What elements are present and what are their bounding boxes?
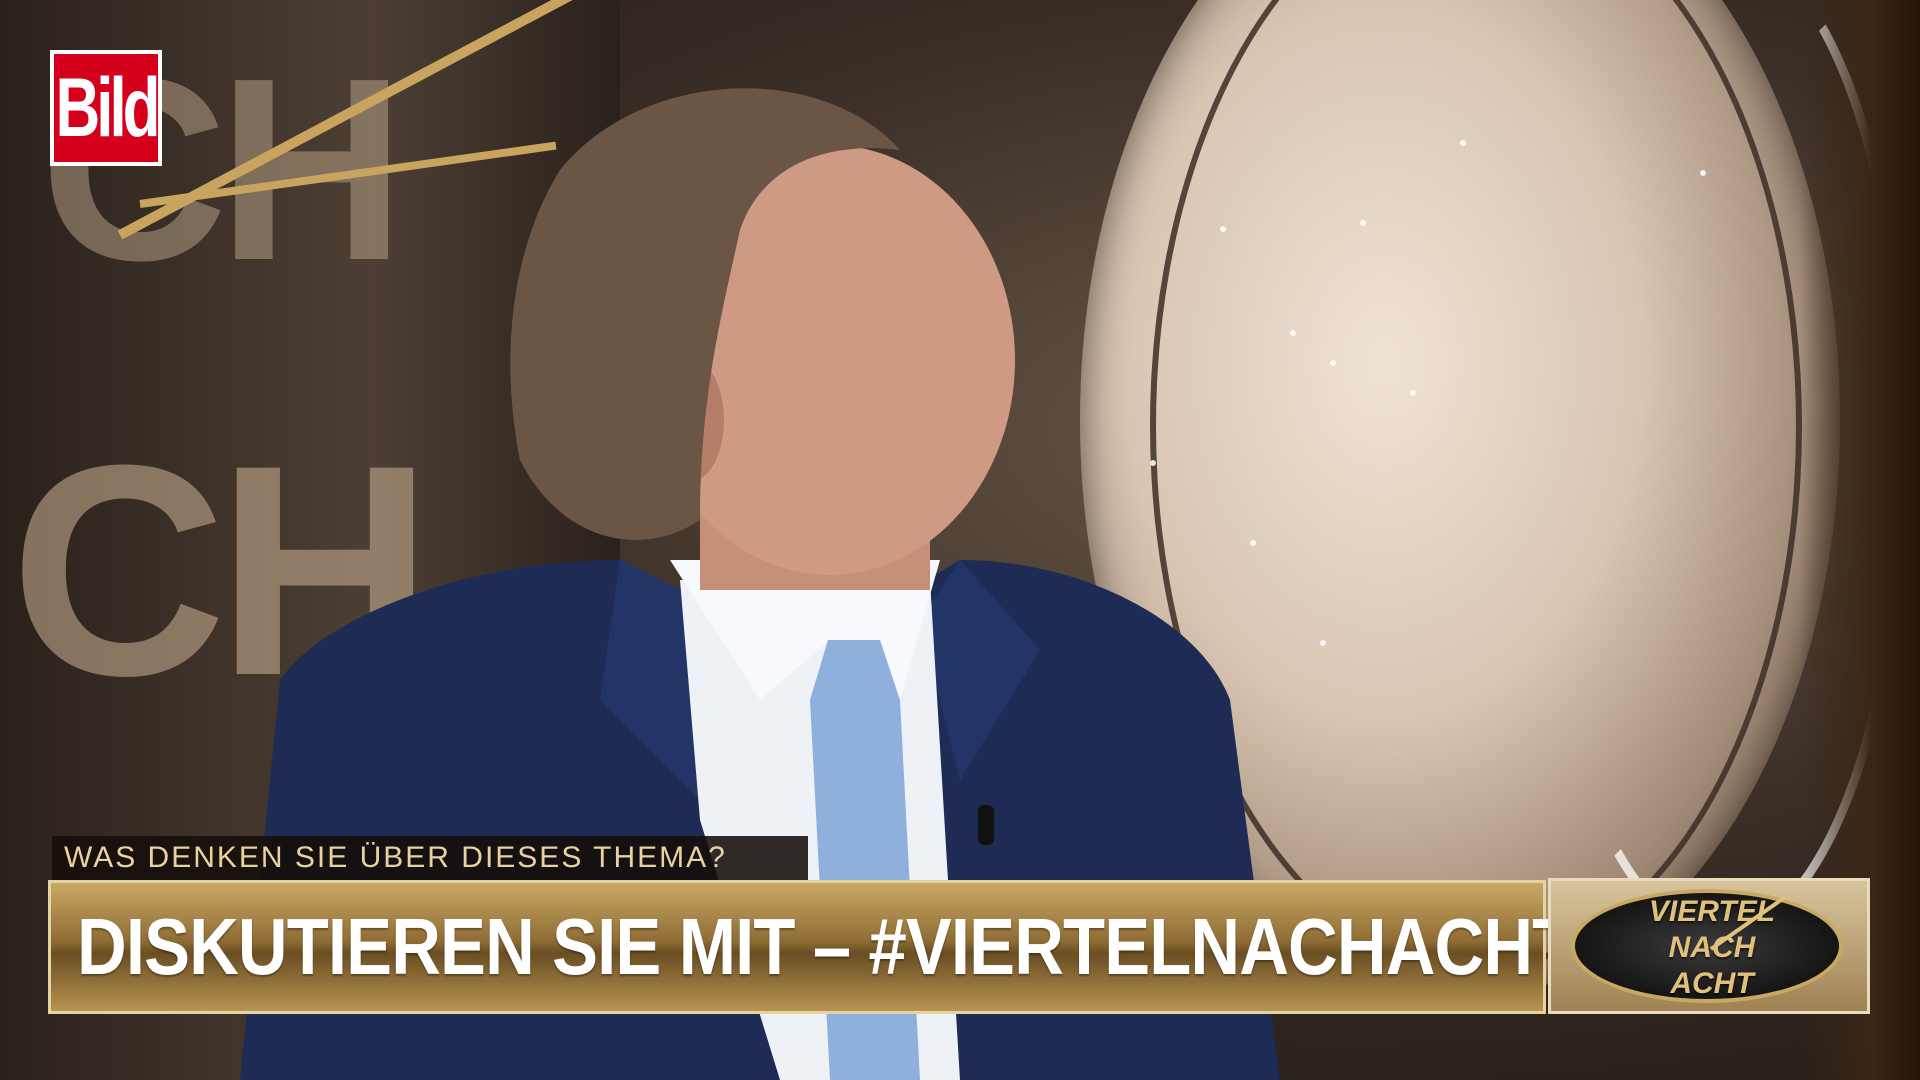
- show-logo-line-3: ACHT: [1670, 967, 1754, 1000]
- show-logo-line-1: VIERTEL: [1648, 895, 1776, 928]
- lower-third-question: WAS DENKEN SIE ÜBER DIESES THEMA?: [64, 841, 727, 874]
- lower-third-headline-bar: DISKUTIEREN SIE MIT – #VIERTELNACHACHT: [48, 880, 1574, 1014]
- video-frame: CH CH Bild WAS DENKEN SIE ÜBER DIESES TH…: [0, 0, 1920, 1080]
- lapel-microphone: [978, 805, 994, 845]
- bild-logo: Bild: [50, 50, 162, 166]
- lower-third-question-bar: WAS DENKEN SIE ÜBER DIESES THEMA?: [52, 836, 808, 880]
- lower-third-headline: DISKUTIEREN SIE MIT – #VIERTELNACHACHT: [77, 902, 1574, 991]
- bild-logo-text: Bild: [55, 61, 160, 155]
- show-logo-viertel-nach-acht: VIERTEL NACH ACHT: [1548, 878, 1870, 1014]
